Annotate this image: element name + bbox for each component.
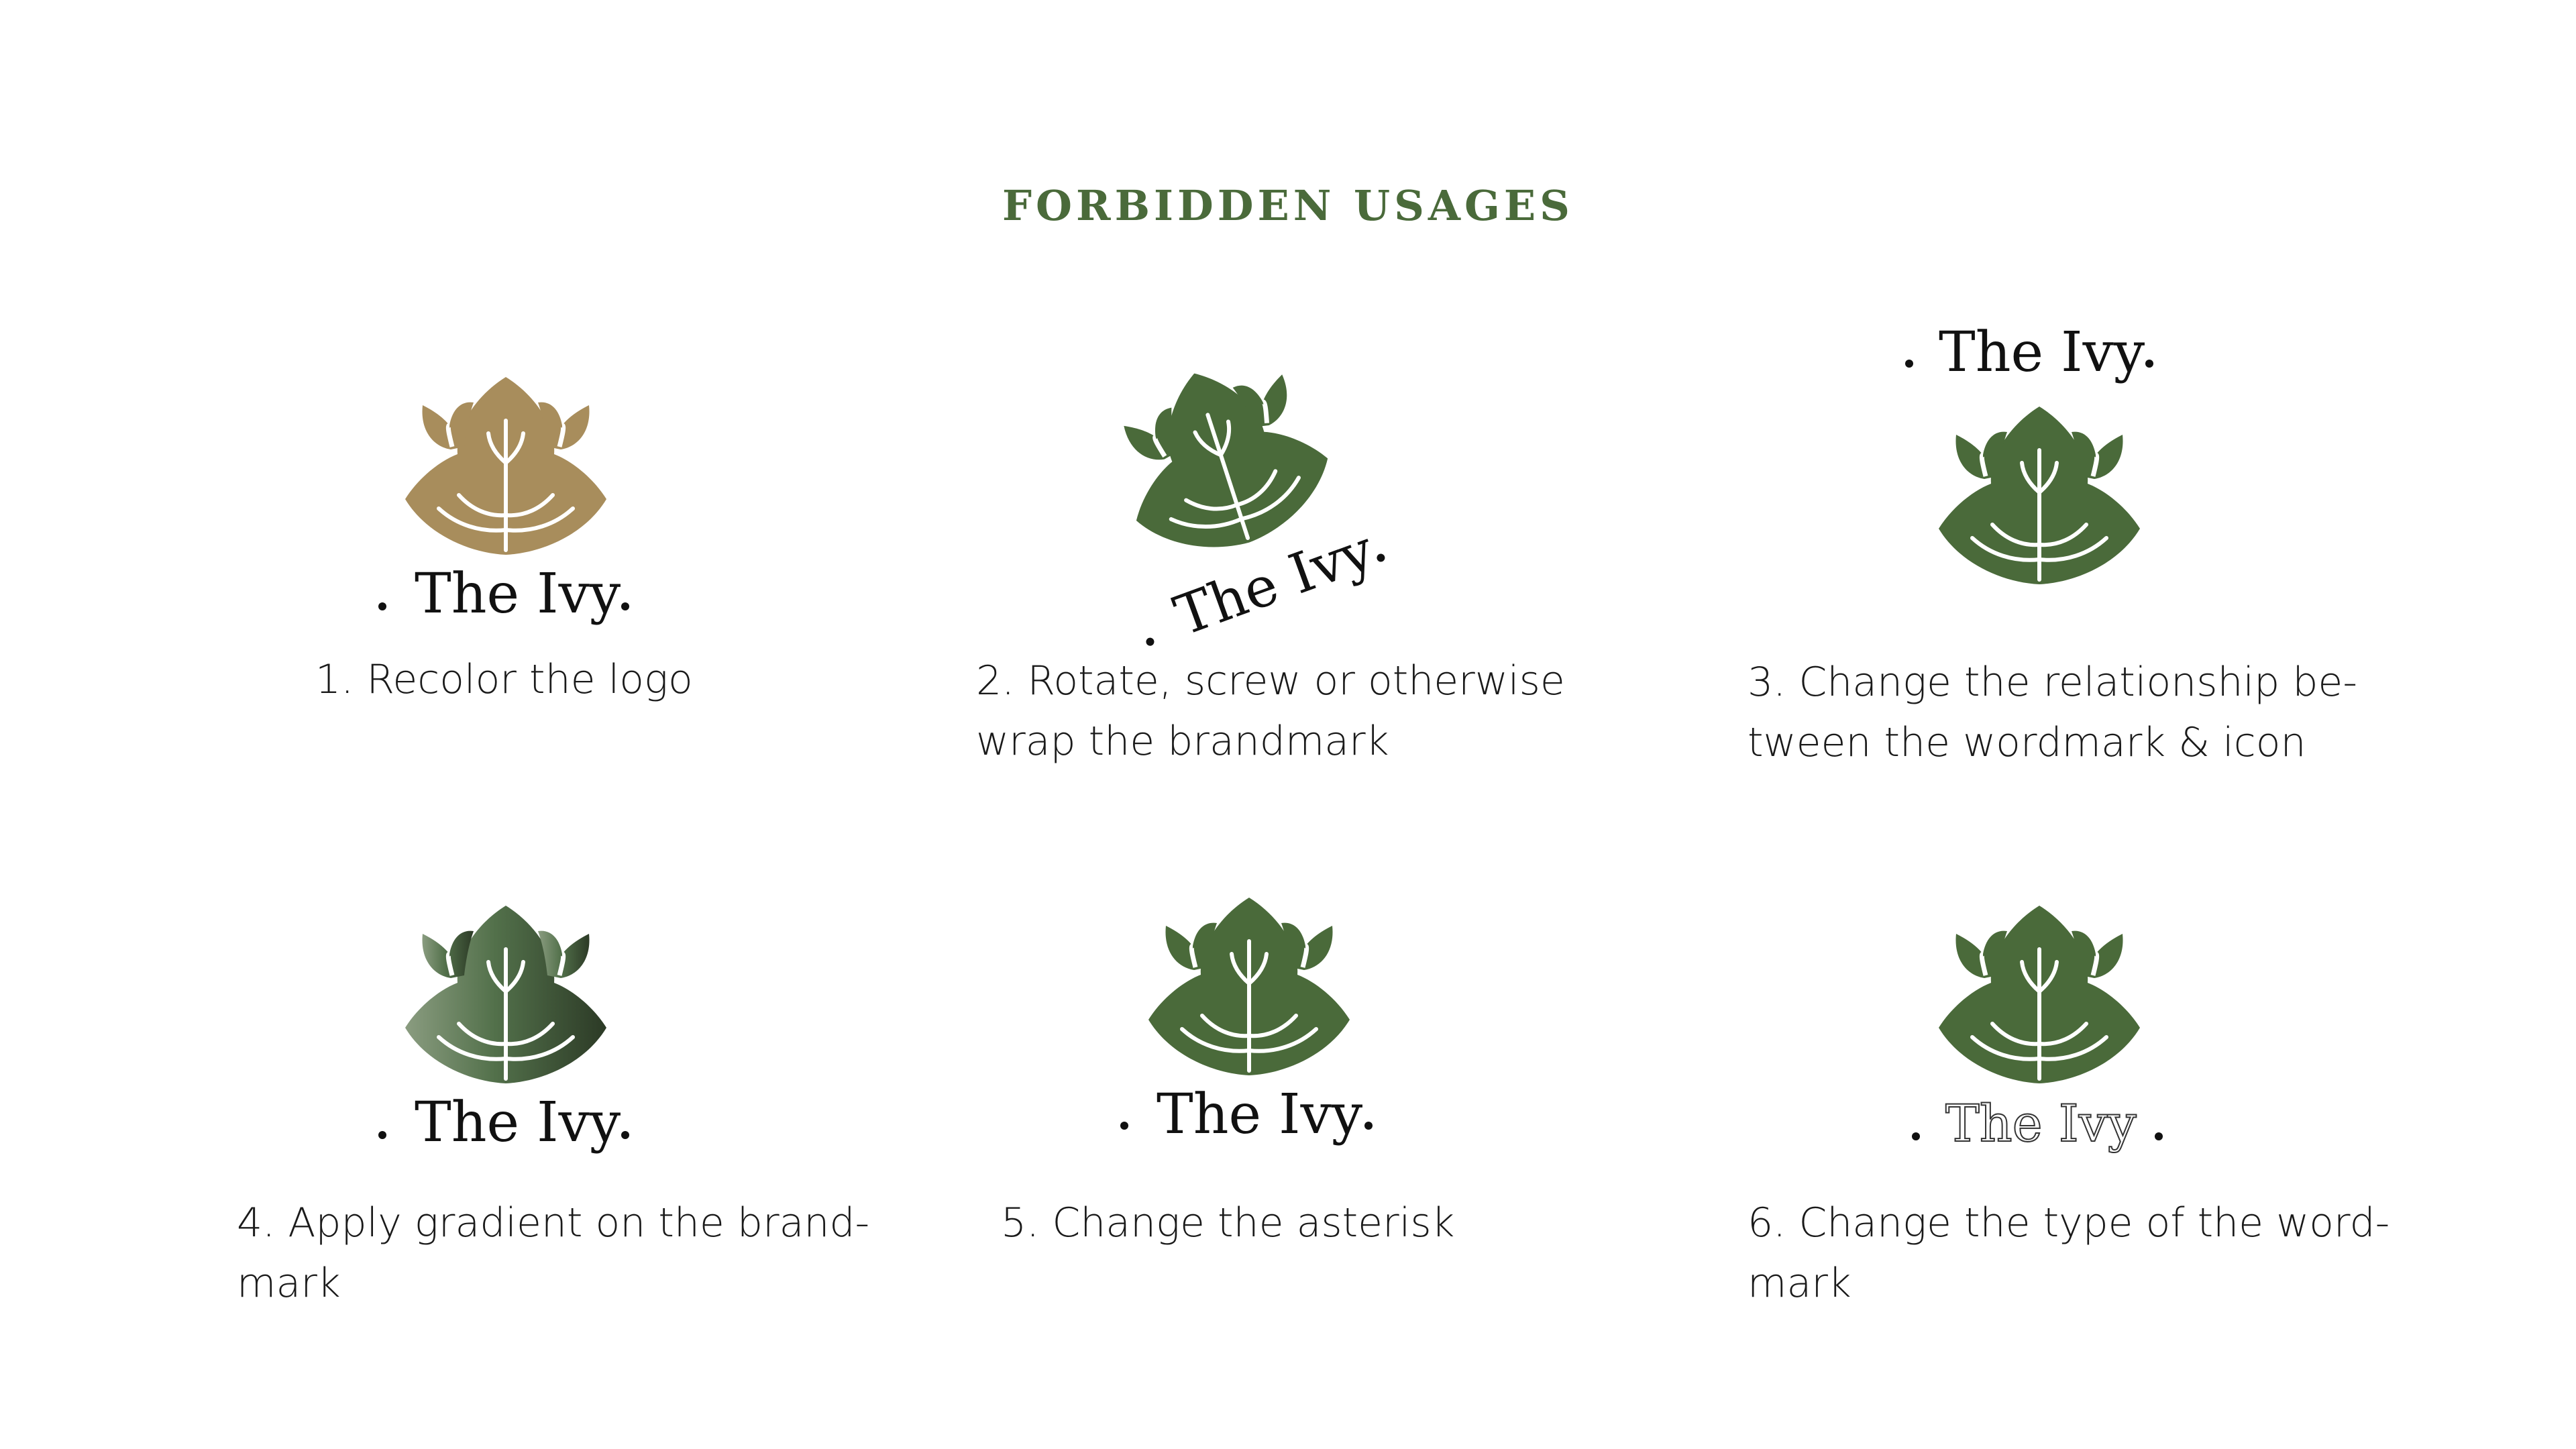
wordmark-dot-left bbox=[378, 1131, 386, 1139]
wordmark: The Ivy bbox=[415, 1091, 621, 1155]
wordmark-dot-left bbox=[1912, 1132, 1920, 1140]
ivy-leaf-icon bbox=[405, 906, 606, 1087]
wordmark-dot-right bbox=[621, 1131, 629, 1139]
ivy-leaf-icon bbox=[405, 377, 606, 558]
wordmark-dot-right bbox=[2155, 1132, 2163, 1140]
wordmark-dot-right bbox=[1375, 552, 1387, 564]
caption-line: 5. Change the asterisk bbox=[1001, 1199, 1455, 1246]
caption-line: 2. Rotate, screw or otherwise bbox=[976, 657, 1565, 704]
wordmark: The Ivy bbox=[415, 562, 621, 626]
caption-line: mark bbox=[1748, 1260, 1851, 1307]
page-title: FORBIDDEN USAGES bbox=[1002, 181, 1574, 230]
wordmark-dot-right bbox=[2145, 360, 2153, 368]
wordmark: The Ivy bbox=[1157, 1083, 1363, 1146]
caption-line: 6. Change the type of the word- bbox=[1748, 1199, 2390, 1246]
caption-line: mark bbox=[237, 1260, 341, 1307]
caption-line: 3. Change the relationship be- bbox=[1748, 659, 2357, 706]
wordmark-dot-left bbox=[378, 602, 386, 610]
ivy-leaf-icon bbox=[1939, 906, 2140, 1087]
wordmark: The Ivy bbox=[1945, 1093, 2137, 1154]
caption-line: wrap the brandmark bbox=[976, 718, 1389, 765]
wordmark-dot-right bbox=[1364, 1122, 1373, 1130]
wordmark-dot-left bbox=[1120, 1122, 1128, 1130]
caption-line: 1. Recolor the logo bbox=[315, 656, 693, 703]
ivy-leaf-icon bbox=[1939, 407, 2140, 588]
caption-line: tween the wordmark & icon bbox=[1748, 719, 2306, 766]
caption-line: 4. Apply gradient on the brand- bbox=[237, 1199, 870, 1246]
wordmark: The Ivy bbox=[1939, 321, 2145, 384]
wordmark-dot-right bbox=[621, 602, 629, 610]
ivy-leaf-icon bbox=[1148, 898, 1350, 1079]
wordmark-dot-left bbox=[1905, 360, 1913, 368]
wordmark-dot-left bbox=[1144, 636, 1156, 647]
